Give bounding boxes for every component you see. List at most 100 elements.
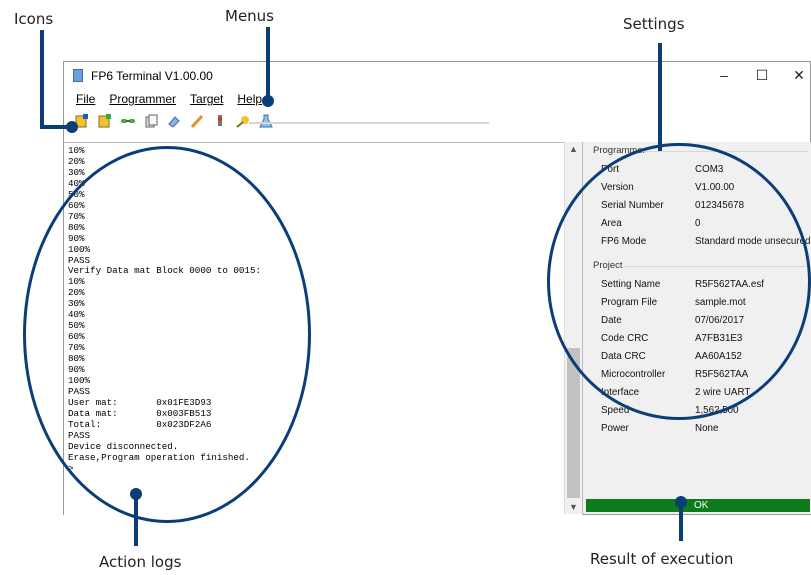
log-text: 10% 20% 30% 40% 50% 60% 70% 80% 90% 100% PASS Verif…	[68, 145, 261, 475]
setting-value: V1.00.00	[695, 182, 735, 193]
log-line: 80%	[68, 353, 85, 365]
setting-row: Speed 1,562,500	[601, 405, 811, 422]
app-icon	[73, 69, 83, 82]
setting-label: Area	[601, 218, 622, 229]
action-logs-connector	[134, 492, 138, 546]
setting-value: sample.mot	[695, 297, 746, 308]
log-line: Erase,Program operation finished.	[68, 451, 250, 463]
setting-label: Power	[601, 423, 629, 434]
device-icon[interactable]	[212, 113, 228, 129]
log-scrollbar[interactable]: ▲ ▼	[564, 142, 582, 514]
setting-label: Speed	[601, 405, 630, 416]
result-marker	[675, 496, 687, 508]
setting-row: Area 0	[601, 218, 811, 235]
log-line: 10%	[68, 276, 85, 288]
action-logs-callout: Action logs	[99, 553, 182, 571]
log-line: 20%	[68, 287, 85, 299]
setting-label: Microcontroller	[601, 369, 666, 380]
log-line: 60%	[68, 199, 85, 211]
setting-label: Data CRC	[601, 351, 646, 362]
setting-label: Serial Number	[601, 200, 664, 211]
log-line: 40%	[68, 309, 85, 321]
menu-help[interactable]: Help	[237, 92, 262, 106]
log-line: 100%	[68, 375, 91, 387]
log-line: 80%	[68, 221, 85, 233]
scroll-up-icon[interactable]: ▲	[565, 142, 582, 156]
toolbar-separator	[249, 122, 489, 124]
setting-value: 2 wire UART	[695, 387, 751, 398]
icons-marker	[66, 121, 78, 133]
toolbar	[64, 110, 810, 132]
setting-value: R5F562TAA	[695, 369, 749, 380]
menus-connector	[266, 27, 270, 99]
log-line: 40%	[68, 177, 85, 189]
action-logs-marker	[130, 488, 142, 500]
scroll-down-icon[interactable]: ▼	[565, 500, 582, 514]
setting-row: Program File sample.mot	[601, 297, 811, 314]
setting-row: Date 07/06/2017	[601, 315, 811, 332]
setting-value: R5F562TAA.esf	[695, 279, 764, 290]
title-bar: FP6 Terminal V1.00.00 – ☐ ✕	[64, 62, 810, 89]
log-line: >	[68, 462, 74, 474]
log-line: 50%	[68, 188, 85, 200]
log-line: 50%	[68, 320, 85, 332]
setting-label: Version	[601, 182, 634, 193]
fp6-terminal-window: FP6 Terminal V1.00.00 – ☐ ✕ File Program…	[63, 61, 811, 515]
setting-row: Version V1.00.00	[601, 182, 811, 199]
copy-icon[interactable]	[143, 113, 159, 129]
setting-row: Port COM3	[601, 164, 811, 181]
settings-file-icon[interactable]	[97, 113, 113, 129]
log-line: 20%	[68, 155, 85, 167]
setting-value: 0	[695, 218, 701, 229]
group-divider	[643, 151, 808, 152]
setting-row: FP6 Mode Standard mode unsecured	[601, 236, 811, 253]
icons-connector	[40, 30, 44, 129]
setting-row: Power None	[601, 423, 811, 440]
window-title: FP6 Terminal V1.00.00	[91, 68, 213, 83]
link-icon[interactable]	[120, 113, 136, 129]
setting-value: None	[695, 423, 719, 434]
close-button[interactable]: ✕	[784, 65, 811, 85]
setting-row: Serial Number 012345678	[601, 200, 811, 217]
menu-file[interactable]: File	[76, 92, 95, 106]
menu-target[interactable]: Target	[190, 92, 223, 106]
flask-icon[interactable]	[258, 113, 274, 129]
setting-label: Port	[601, 164, 619, 175]
log-panel[interactable]: 10% 20% 30% 40% 50% 60% 70% 80% 90% 100% PASS Verif…	[64, 142, 583, 515]
scroll-thumb[interactable]	[567, 348, 580, 498]
log-line: Verify Data mat Block 0000 to 0015:	[68, 265, 261, 277]
setting-label: Setting Name	[601, 279, 661, 290]
wand-icon[interactable]	[235, 113, 251, 129]
settings-panel: Programmer Port COM3 Version V1.00.00 Seri…	[583, 142, 811, 514]
pencil-icon[interactable]	[189, 113, 205, 129]
maximize-button[interactable]: ☐	[747, 65, 777, 85]
setting-row: Microcontroller R5F562TAA	[601, 369, 811, 386]
programmer-group-title: Programmer	[593, 145, 646, 156]
setting-value: A7FB31E3	[695, 333, 743, 344]
log-line: 60%	[68, 331, 85, 343]
setting-label: FP6 Mode	[601, 236, 647, 247]
erase-icon[interactable]	[166, 113, 182, 129]
log-line: 100%	[68, 243, 91, 255]
log-line: Total: 0x023DF2A6	[68, 418, 212, 430]
setting-label: Interface	[601, 387, 640, 398]
result-status-bar: OK	[586, 499, 810, 512]
log-line: 90%	[68, 364, 85, 376]
log-line: 30%	[68, 166, 85, 178]
setting-value: 07/06/2017	[695, 315, 745, 326]
setting-row: Data CRC AA60A152	[601, 351, 811, 368]
group-divider	[625, 266, 808, 267]
setting-value: COM3	[695, 164, 724, 175]
setting-value: 1,562,500	[695, 405, 739, 416]
setting-row: Setting Name R5F562TAA.esf	[601, 279, 811, 296]
menu-programmer[interactable]: Programmer	[109, 92, 176, 106]
setting-label: Program File	[601, 297, 658, 308]
icons-callout: Icons	[14, 10, 54, 28]
minimize-button[interactable]: –	[709, 65, 739, 85]
log-line: 70%	[68, 210, 85, 222]
settings-callout: Settings	[623, 15, 685, 33]
setting-value: Standard mode unsecured	[695, 236, 811, 247]
menus-callout: Menus	[225, 7, 274, 25]
setting-label: Code CRC	[601, 333, 649, 344]
setting-row: Interface 2 wire UART	[601, 387, 811, 404]
